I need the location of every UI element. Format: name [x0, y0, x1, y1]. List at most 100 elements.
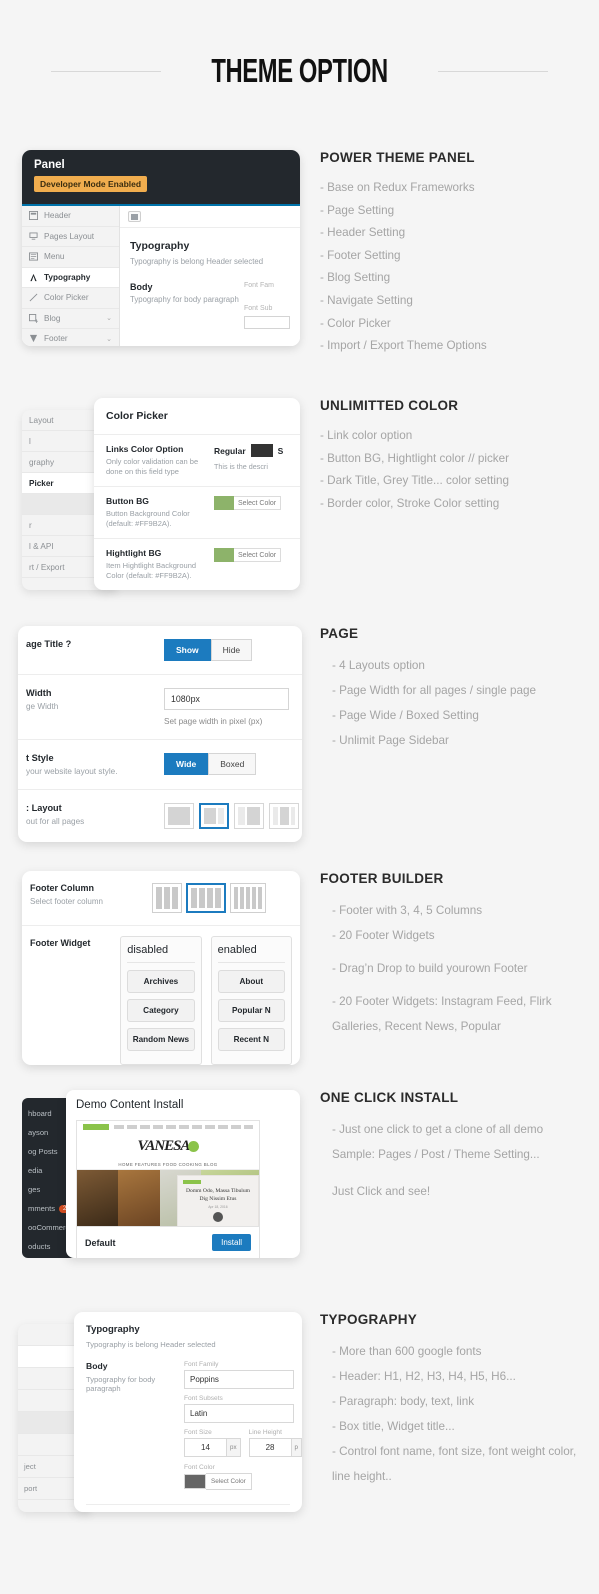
font-subsets-select[interactable]: Latin [184, 1404, 294, 1423]
list-item: - 20 Footer Widgets [332, 929, 435, 942]
list-item: - Header: H1, H2, H3, H4, H5, H6... [332, 1370, 516, 1383]
sidebar-item-pages-layout[interactable]: Pages Layout [22, 227, 119, 247]
pane-title: Demo Content Install [76, 1099, 184, 1111]
list-item: - Footer Setting [320, 248, 401, 262]
list-item: - Link color option [320, 429, 413, 442]
pages-layout-icon [29, 232, 38, 240]
row-title: Hightlight BG [106, 548, 162, 558]
enabled-widget-column: enabled About Popular N Recent N [210, 936, 293, 1065]
page-width-input[interactable]: 1080px [164, 688, 289, 710]
feature-list: - 4 Layouts option - Page Width for all … [320, 653, 582, 753]
sidebar-item-blog[interactable]: Blog ⌄ [22, 309, 119, 329]
select-color-button[interactable]: Select Color [214, 548, 282, 562]
line-height-value: 28 [248, 1438, 291, 1457]
boxed-button[interactable]: Boxed [208, 753, 257, 775]
list-item: - Navigate Setting [320, 293, 413, 307]
select-color-label: Select Color [206, 1473, 252, 1490]
font-family-label: Font Fam [244, 282, 274, 289]
regular-color-swatch[interactable] [250, 444, 273, 457]
font-family-select[interactable]: Poppins [184, 1370, 294, 1389]
list-item: - Blog Setting [320, 271, 391, 285]
chevron-down-icon: ⌄ [106, 335, 112, 343]
layout-option-full[interactable] [164, 803, 194, 829]
developer-mode-badge: Developer Mode Enabled [34, 176, 148, 192]
font-subsets-input[interactable] [244, 316, 290, 329]
copy-typography: TYPOGRAPHY - More than 600 google fonts … [320, 1312, 582, 1489]
body-typography-section: Body Typography for body paragraph Font … [86, 1361, 302, 1494]
sidebar-item-color-picker[interactable]: Color Picker [22, 288, 119, 309]
layout-option-both-sidebar[interactable] [269, 803, 299, 829]
select-color-label: Select Color [234, 496, 282, 510]
sidebar-label: Menu [44, 252, 65, 262]
sidebar-label: Pages Layout [44, 231, 95, 241]
list-item: - Base on Redux Frameworks [320, 181, 475, 194]
button-bg-row: Button BG Button Background Color (defau… [94, 486, 300, 538]
redux-tab-bar [120, 206, 300, 228]
size-lineheight-group: Font Size 14 px Line Height 28 p [184, 1429, 302, 1457]
widget-item[interactable]: Popular N [217, 999, 286, 1022]
copy-unlimitted-color: UNLIMITTED COLOR - Link color option - B… [320, 398, 582, 515]
row-title: Links Color Option [106, 444, 184, 454]
layout-option-left-sidebar[interactable] [234, 803, 264, 829]
typography-icon [30, 273, 37, 281]
footer-widget-row: Footer Widget disabled Archives Category… [22, 926, 300, 1065]
pane-title: Color Picker [106, 410, 168, 422]
row-desc: Item Hightlight Background Color (defaul… [106, 561, 197, 580]
color-swatch [214, 496, 234, 510]
widget-item[interactable]: Archives [127, 970, 195, 993]
install-button[interactable]: Install [212, 1234, 251, 1251]
page-title: THEME OPTION [211, 52, 388, 89]
pane-title: Typography [86, 1324, 140, 1335]
section-heading: ONE CLICK INSTALL [320, 1090, 459, 1105]
chevron-down-icon: ⌄ [106, 315, 112, 323]
page-title-block: THEME OPTION [0, 52, 599, 90]
layout-tab-icon[interactable] [128, 211, 141, 222]
font-size-input[interactable]: 14 px [184, 1438, 241, 1457]
widget-item[interactable]: About [217, 970, 286, 993]
section-heading: PAGE [320, 626, 359, 641]
typography-screenshot: ⌄ ⌄ ject port Typography Typography is b… [18, 1312, 302, 1512]
list-item: - 4 Layouts option [332, 659, 425, 672]
line-height-input[interactable]: 28 p [248, 1438, 302, 1457]
list-item: - Dark Title, Grey Title... color settin… [320, 474, 510, 488]
feature-list: - Footer with 3, 4, 5 Columns - 20 Foote… [320, 898, 582, 1039]
sidebar-item-footer[interactable]: Footer ⌄ [22, 329, 119, 346]
font-color-picker[interactable]: Select Color [184, 1473, 252, 1490]
demo-preview: VANESA HOME FEATURES FOOD COOKING BLOG D… [77, 1121, 259, 1226]
column-option-5[interactable] [230, 883, 266, 913]
list-item: - Header Setting [320, 226, 406, 240]
wide-button[interactable]: Wide [164, 753, 209, 775]
copy-one-click-install: ONE CLICK INSTALL - Just one click to ge… [320, 1090, 582, 1203]
demo-content-pane: Demo Content Install VANESA HOME FEATURE… [66, 1090, 300, 1258]
row-title: Button BG [106, 496, 149, 506]
sidebar-item-header[interactable]: Header [22, 206, 119, 227]
body-sublabel: Typography for body paragraph [130, 295, 239, 304]
color-picker-screenshot: Layout l graphy Picker ⌄ r⌄ l & API rt /… [22, 398, 300, 590]
preview-logo-text: VANESA [137, 1137, 190, 1154]
copy-page: PAGE - 4 Layouts option - Page Width for… [320, 626, 582, 753]
select-color-button[interactable]: Select Color [214, 496, 282, 510]
widget-item[interactable]: Random News [127, 1028, 195, 1051]
page-width-row: Width ge Width 1080px Set page width in … [18, 675, 302, 740]
footer-icon [29, 335, 38, 343]
font-subsets-label: Font Subsets [184, 1395, 223, 1402]
sidebar-item-menu[interactable]: Menu [22, 247, 119, 268]
section-heading: UNLIMITTED COLOR [320, 398, 459, 413]
list-item: - Just one click to get a clone of all d… [332, 1123, 544, 1161]
column-option-3[interactable] [152, 883, 182, 913]
column-option-4[interactable] [186, 883, 226, 913]
list-item: - Border color, Stroke Color setting [320, 496, 500, 510]
row-title: : Layout [26, 803, 62, 813]
hide-button[interactable]: Hide [210, 639, 253, 661]
section-heading: FOOTER BUILDER [320, 871, 444, 886]
demo-card-footer: Default Install [77, 1226, 259, 1258]
layout-option-right-sidebar[interactable] [199, 803, 229, 829]
footer-widget-label: Footer Widget [30, 938, 91, 948]
widget-item[interactable]: Recent N [217, 1028, 286, 1051]
select-color-label: Select Color [234, 548, 282, 562]
show-button[interactable]: Show [164, 639, 211, 661]
widget-item[interactable]: Category [127, 999, 195, 1022]
redux-panel-body: Header Pages Layout Menu Typography Colo… [22, 206, 300, 346]
page-width-hint: Set page width in pixel (px) [164, 717, 263, 726]
sidebar-item-typography[interactable]: Typography [22, 267, 119, 288]
